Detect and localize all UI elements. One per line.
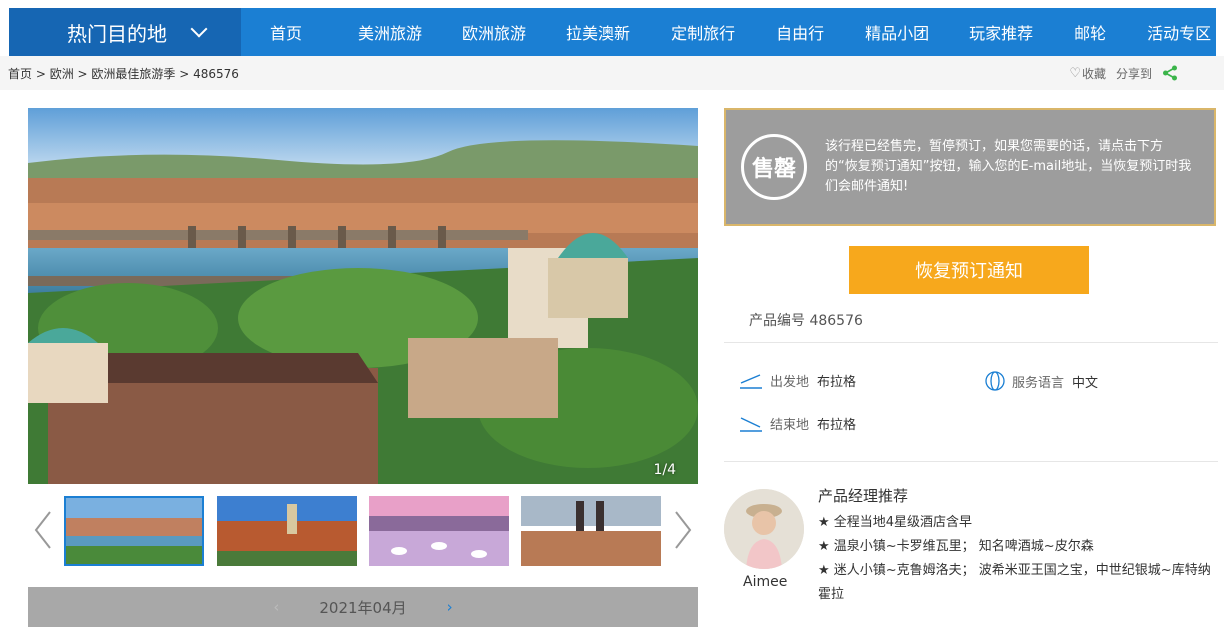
list-item: ★ 迷人小镇~克鲁姆洛夫； 波希米亚王国之宝，中世纪银城~库特纳霍拉 — [818, 563, 1211, 602]
product-code: 产品编号 486576 — [749, 310, 863, 330]
hero-image[interactable]: 1/4 — [28, 108, 698, 484]
product-code-label: 产品编号 — [749, 313, 805, 329]
soldout-message: 该行程已经售完，暂停预订，如果您需要的话，请点击下方的“恢复预订通知”按钮，输入… — [825, 139, 1192, 194]
thumbnail-3[interactable] — [369, 496, 509, 566]
chevron-right-icon[interactable] — [672, 510, 694, 550]
calendar-header: ‹ 2021年04月 › — [28, 587, 698, 627]
breadcrumb-europe[interactable]: 欧洲 — [50, 67, 74, 81]
thumbnail-1[interactable] — [64, 496, 204, 566]
nav-item-americas[interactable]: 美洲旅游 — [358, 20, 422, 44]
nav-item-events[interactable]: 活动专区 — [1147, 20, 1211, 44]
chevron-down-icon — [190, 20, 208, 38]
globe-icon — [985, 371, 1005, 391]
chevron-left-icon[interactable] — [32, 510, 54, 550]
divider — [724, 461, 1218, 462]
manager-title: 产品经理推荐 — [818, 487, 909, 505]
nav-item-independent[interactable]: 自由行 — [776, 20, 824, 44]
end-label: 结束地 — [770, 418, 810, 433]
breadcrumb-separator: > — [73, 66, 92, 81]
nav-item-europe[interactable]: 欧洲旅游 — [462, 20, 526, 44]
thumbnail-strip — [28, 490, 698, 572]
share-label: 分享到 — [1115, 66, 1152, 81]
nav-brand-dropdown[interactable]: 热门目的地 — [9, 8, 241, 56]
breadcrumb-current: 486576 — [193, 66, 239, 81]
nav-item-player-picks[interactable]: 玩家推荐 — [969, 20, 1033, 44]
nav-item-latam-oceania[interactable]: 拉美澳新 — [566, 20, 630, 44]
nav-items: 首页 美洲旅游 欧洲旅游 拉美澳新 定制旅行 自由行 精品小团 玩家推荐 邮轮 … — [241, 20, 1216, 44]
prague-panorama-photo — [28, 108, 698, 484]
nav-brand-label: 热门目的地 — [67, 21, 167, 46]
calendar-next-button[interactable]: › — [447, 598, 453, 616]
breadcrumb-home[interactable]: 首页 — [8, 67, 32, 81]
gallery-counter: 1/4 — [653, 462, 676, 478]
departure-value: 布拉格 — [817, 375, 857, 390]
soldout-notice: 售罄 该行程已经售完，暂停预订，如果您需要的话，请点击下方的“恢复预订通知”按钮… — [724, 108, 1216, 226]
breadcrumb-bar: 首页 > 欧洲 > 欧洲最佳旅游季 > 486576 ♡ 收藏 分享到 — [0, 56, 1224, 90]
nav-item-custom[interactable]: 定制旅行 — [671, 20, 735, 44]
breadcrumb-season[interactable]: 欧洲最佳旅游季 — [91, 67, 175, 81]
language-label: 服务语言 — [1012, 375, 1065, 391]
nav-item-cruise[interactable]: 邮轮 — [1074, 20, 1106, 44]
thumbnail-old-town-photo — [521, 496, 661, 566]
restore-booking-button[interactable]: 恢复预订通知 — [849, 246, 1089, 294]
calendar-prev-button[interactable]: ‹ — [273, 598, 279, 616]
manager-photo — [724, 489, 804, 569]
divider — [724, 342, 1218, 343]
thumbnail-swans-photo — [369, 496, 509, 566]
breadcrumb-separator: > — [32, 66, 50, 81]
language-info: 服务语言 中文 — [984, 371, 1098, 391]
thumbnail-prague-photo — [66, 498, 202, 564]
manager-name: Aimee — [743, 574, 788, 590]
top-nav: 热门目的地 首页 美洲旅游 欧洲旅游 拉美澳新 定制旅行 自由行 精品小团 玩家… — [9, 8, 1216, 56]
share-icon[interactable] — [1162, 65, 1178, 81]
list-item: ★ 全程当地4星级酒店含早 — [818, 515, 973, 530]
end-value: 布拉格 — [817, 418, 857, 433]
language-value: 中文 — [1072, 375, 1099, 391]
breadcrumb: 首页 > 欧洲 > 欧洲最佳旅游季 > 486576 — [0, 65, 239, 82]
departure-label: 出发地 — [770, 375, 810, 390]
favorite-link[interactable]: 收藏 — [1082, 65, 1106, 82]
nav-item-home[interactable]: 首页 — [270, 20, 302, 44]
product-code-value: 486576 — [809, 313, 863, 329]
thumbnail-cesky-krumlov-photo — [217, 496, 357, 566]
avatar — [724, 489, 804, 569]
plane-landing-icon — [740, 416, 762, 432]
list-item: ★ 温泉小镇~卡罗维瓦里； 知名啤酒城~皮尔森 — [818, 539, 1094, 554]
end-info: 结束地 布拉格 — [738, 414, 856, 433]
manager-highlights: ★ 全程当地4星级酒店含早 ★ 温泉小镇~卡罗维瓦里； 知名啤酒城~皮尔森 ★ … — [818, 511, 1214, 607]
nav-item-small-group[interactable]: 精品小团 — [865, 20, 929, 44]
soldout-stamp: 售罄 — [741, 134, 807, 200]
thumbnail-2[interactable] — [217, 496, 357, 566]
calendar-month: 2021年04月 — [319, 598, 407, 617]
plane-takeoff-icon — [740, 373, 762, 389]
breadcrumb-separator: > — [175, 66, 194, 81]
page-actions: ♡ 收藏 分享到 — [1069, 56, 1178, 90]
thumbnail-4[interactable] — [521, 496, 661, 566]
departure-info: 出发地 布拉格 — [738, 371, 856, 390]
heart-icon[interactable]: ♡ — [1069, 66, 1081, 81]
